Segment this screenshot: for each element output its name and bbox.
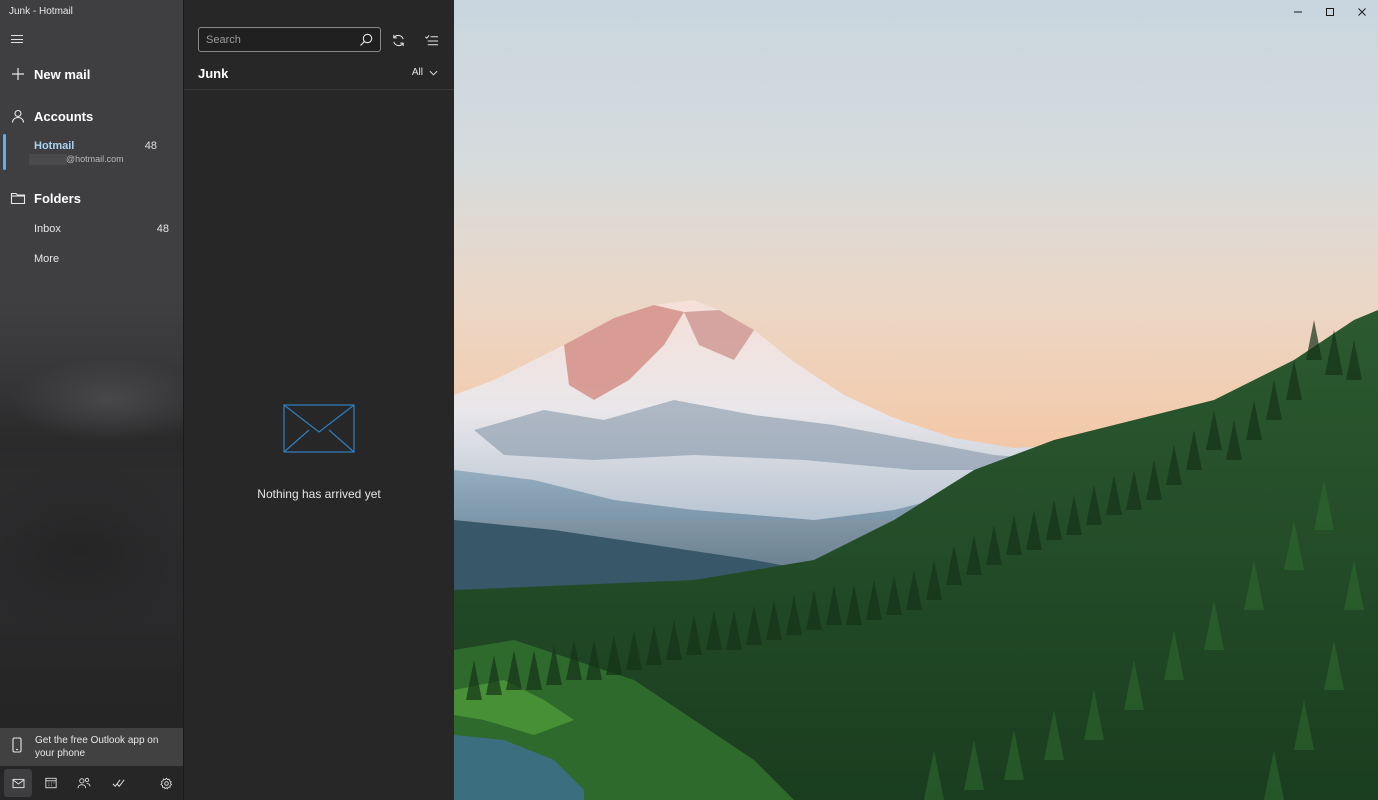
sync-icon bbox=[392, 34, 404, 46]
filter-dropdown[interactable]: All bbox=[412, 67, 438, 78]
promo-text: Get the free Outlook app on your phone bbox=[35, 735, 159, 759]
window-controls bbox=[1282, 0, 1378, 24]
mail-switch-button[interactable] bbox=[4, 769, 32, 797]
new-mail-button[interactable]: New mail bbox=[0, 64, 183, 84]
accounts-label: Accounts bbox=[34, 108, 94, 124]
account-email: @hotmail.com bbox=[66, 154, 124, 164]
account-item-hotmail[interactable]: Hotmail 48 @hotmail.com bbox=[0, 133, 183, 171]
close-icon bbox=[1358, 8, 1366, 16]
minimize-icon bbox=[1294, 11, 1302, 13]
hamburger-menu-icon[interactable] bbox=[11, 33, 25, 45]
person-icon bbox=[11, 109, 25, 123]
message-list-pane: Junk All Nothing has arrived yet bbox=[183, 0, 454, 800]
folder-name: Inbox bbox=[34, 223, 61, 235]
mountain-landscape-background bbox=[454, 0, 1378, 800]
close-button[interactable] bbox=[1346, 0, 1378, 24]
selection-mode-button[interactable] bbox=[421, 30, 441, 50]
filter-label: All bbox=[411, 67, 423, 78]
folder-icon bbox=[10, 192, 26, 205]
current-folder-title: Junk bbox=[198, 66, 229, 81]
minimize-button[interactable] bbox=[1282, 0, 1314, 24]
new-mail-label: New mail bbox=[34, 66, 91, 82]
navigation-pane: Junk - Hotmail New mail Accounts Hotmail… bbox=[0, 0, 183, 800]
selection-indicator bbox=[3, 134, 6, 170]
search-input[interactable] bbox=[206, 32, 351, 48]
divider bbox=[184, 89, 454, 90]
outlook-app-promo[interactable]: Get the free Outlook app on your phone bbox=[0, 728, 183, 766]
settings-button[interactable] bbox=[152, 769, 180, 797]
folders-label: Folders bbox=[34, 190, 81, 206]
plus-icon bbox=[12, 68, 24, 80]
people-switch-button[interactable] bbox=[70, 769, 98, 797]
phone-icon bbox=[12, 737, 22, 753]
account-unread-count: 48 bbox=[144, 140, 157, 152]
app-switcher-bar bbox=[0, 766, 183, 800]
search-box[interactable] bbox=[198, 27, 381, 52]
people-icon bbox=[77, 777, 91, 789]
todo-switch-button[interactable] bbox=[104, 769, 132, 797]
mail-icon bbox=[12, 778, 24, 788]
calendar-icon bbox=[45, 777, 57, 789]
empty-state-message: Nothing has arrived yet bbox=[257, 487, 381, 501]
reading-pane bbox=[454, 0, 1378, 800]
maximize-button[interactable] bbox=[1314, 0, 1346, 24]
window-title: Junk - Hotmail bbox=[9, 6, 73, 17]
folder-item-inbox[interactable]: Inbox 48 bbox=[0, 219, 183, 241]
folder-name: More bbox=[34, 253, 60, 265]
folder-unread-count: 48 bbox=[156, 223, 169, 235]
chevron-down-icon bbox=[429, 70, 438, 76]
folder-item-more[interactable]: More bbox=[0, 249, 183, 271]
todo-icon bbox=[111, 779, 125, 787]
account-name: Hotmail bbox=[34, 140, 75, 152]
folders-header[interactable]: Folders bbox=[0, 188, 183, 208]
sync-button[interactable] bbox=[388, 30, 408, 50]
maximize-icon bbox=[1326, 8, 1334, 16]
envelope-icon bbox=[283, 404, 355, 453]
nav-background-blur bbox=[0, 360, 183, 740]
account-email-redacted bbox=[29, 154, 67, 165]
calendar-switch-button[interactable] bbox=[37, 769, 65, 797]
search-icon[interactable] bbox=[359, 33, 373, 47]
accounts-header[interactable]: Accounts bbox=[0, 106, 183, 126]
checklist-icon bbox=[424, 34, 438, 45]
settings-icon bbox=[159, 777, 172, 789]
